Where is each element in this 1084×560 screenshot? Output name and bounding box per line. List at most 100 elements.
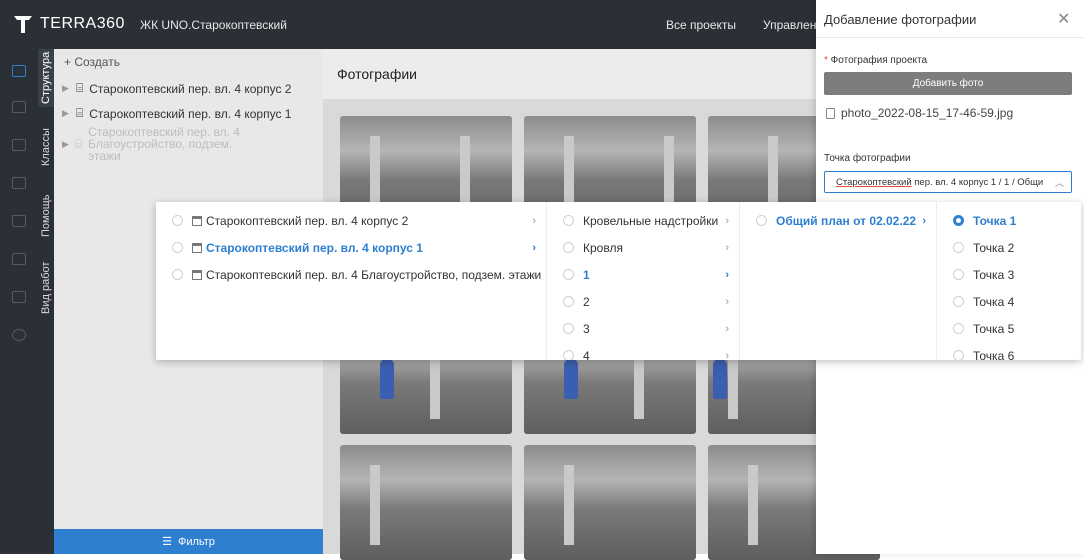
cascader-option-selected[interactable]: Точка 1 — [937, 207, 1081, 234]
file-name: photo_2022-08-15_17-46-59.jpg — [841, 106, 1014, 120]
nav-management[interactable]: Управление — [763, 18, 816, 32]
tab-structure[interactable]: Структура — [38, 49, 54, 107]
option-label: Общий план от 02.02.22 — [776, 213, 917, 228]
building-icon: ⌸ — [76, 106, 84, 120]
calendar-icon[interactable] — [12, 177, 26, 189]
project-name[interactable]: ЖК UNO.Старокоптевский — [140, 18, 287, 32]
create-label: Создать — [74, 55, 120, 69]
photo-field-label-text: Фотография проекта — [830, 55, 928, 66]
photos-header: Фотографии — [323, 49, 816, 99]
layers-icon[interactable] — [12, 253, 26, 265]
option-label: Старокоптевский пер. вл. 4 корпус 1 — [206, 240, 423, 255]
chevron-right-icon: › — [922, 214, 926, 227]
cascader-option[interactable]: Точка 5 — [937, 315, 1081, 342]
cascader-option[interactable]: Кровля › — [547, 234, 739, 261]
radio[interactable] — [563, 296, 574, 307]
select-value-underlined: Старокоптевский — [836, 177, 912, 188]
option-label: Точка 1 — [973, 213, 1017, 228]
radio[interactable] — [953, 296, 964, 307]
cascader-option[interactable]: 2 › — [547, 288, 739, 315]
page-title: Фотографии — [337, 66, 418, 82]
cascader-option-selected[interactable]: 1 › — [547, 261, 739, 288]
building-icon — [192, 269, 202, 280]
close-icon[interactable]: ✕ — [1057, 9, 1070, 29]
cascader-option[interactable]: 3 › — [547, 315, 739, 342]
radio[interactable] — [953, 323, 964, 334]
caret-right-icon: ▶ — [62, 83, 69, 93]
radio[interactable] — [563, 242, 574, 253]
chevron-right-icon: › — [725, 214, 729, 227]
cascader-option[interactable]: 4 › — [547, 342, 739, 360]
point-cascader-dropdown: Старокоптевский пер. вл. 4 корпус 2 › Ста… — [156, 202, 1081, 360]
radio[interactable] — [563, 323, 574, 334]
tree-item[interactable]: ▶ ⌸ Старокоптевский пер. вл. 4 корпус 2 — [62, 81, 291, 96]
option-label: 4 — [583, 348, 590, 361]
cascader-option[interactable]: Старокоптевский пер. вл. 4 Благоустройст… — [156, 261, 546, 288]
cascader-option-selected[interactable]: Старокоптевский пер. вл. 4 корпус 1 › — [156, 234, 546, 261]
option-label: 3 — [583, 321, 590, 336]
radio-checked[interactable] — [953, 215, 964, 226]
settings-icon[interactable] — [12, 329, 26, 341]
photo-field-label: * Фотография проекта — [824, 55, 927, 66]
filter-button[interactable]: ☰ Фильтр — [54, 529, 323, 554]
tree-item[interactable]: ▶ ⌸ Старокоптевский пер. вл. 4 Благоустр… — [62, 126, 252, 162]
grid-icon[interactable] — [12, 139, 26, 151]
radio[interactable] — [563, 269, 574, 280]
option-label: Точка 5 — [973, 321, 1015, 336]
cascader-column-points: Точка 1 Точка 2 Точка 3 Точка 4 Точка 5 … — [937, 202, 1081, 360]
photo-thumbnail[interactable] — [340, 445, 512, 560]
add-photo-button[interactable]: Добавить фото — [824, 72, 1072, 95]
chart-icon[interactable] — [12, 215, 26, 227]
radio[interactable] — [756, 215, 767, 226]
point-select[interactable]: Старокоптевский пер. вл. 4 корпус 1 / 1 … — [824, 171, 1072, 193]
top-bar: TERRA360 ЖК UNO.Старокоптевский Все прое… — [0, 0, 816, 49]
filter-icon: ☰ — [162, 536, 172, 548]
filter-label: Фильтр — [177, 535, 215, 548]
option-label: Старокоптевский пер. вл. 4 Благоустройст… — [206, 267, 542, 282]
tree-item[interactable]: ▶ ⌸ Старокоптевский пер. вл. 4 корпус 1 — [62, 106, 291, 121]
chevron-right-icon: › — [725, 349, 729, 361]
panel-title: Добавление фотографии — [824, 12, 977, 27]
radio[interactable] — [172, 215, 183, 226]
chevron-up-icon: ︿ — [1054, 178, 1064, 188]
structure-icon[interactable] — [12, 65, 26, 77]
radio[interactable] — [172, 269, 183, 280]
radio[interactable] — [953, 242, 964, 253]
radio[interactable] — [953, 350, 964, 360]
tab-classes[interactable]: Классы — [38, 121, 54, 173]
tab-work-type[interactable]: Вид работ — [38, 257, 54, 319]
cascader-option[interactable]: Точка 4 — [937, 288, 1081, 315]
caret-right-icon: ▶ — [62, 139, 69, 149]
create-button[interactable]: + Создать — [64, 55, 120, 69]
document-icon[interactable] — [12, 101, 26, 113]
vertical-tabs: Структура Классы Помощь Вид работ — [38, 49, 54, 554]
tree-item-label: Старокоптевский пер. вл. 4 Благоустройст… — [88, 125, 240, 163]
radio[interactable] — [953, 269, 964, 280]
cascader-option[interactable]: Старокоптевский пер. вл. 4 корпус 2 › — [156, 207, 546, 234]
photo-thumbnail[interactable] — [524, 445, 696, 560]
cascader-option-selected[interactable]: Общий план от 02.02.22 › — [740, 207, 936, 234]
option-label: Точка 6 — [973, 348, 1015, 361]
building-icon — [192, 215, 202, 226]
building-icon — [192, 242, 202, 253]
cascader-column-buildings: Старокоптевский пер. вл. 4 корпус 2 › Ста… — [156, 202, 547, 360]
logo-text: TERRA360 — [40, 15, 125, 32]
tab-help[interactable]: Помощь — [38, 187, 54, 245]
cascader-option[interactable]: Кровельные надстройки › — [547, 207, 739, 234]
report-icon[interactable] — [12, 291, 26, 303]
radio[interactable] — [563, 350, 574, 360]
cascader-option[interactable]: Точка 2 — [937, 234, 1081, 261]
building-icon: ⌸ — [76, 81, 84, 95]
select-value: пер. вл. 4 корпус 1 / 1 / Общи — [911, 177, 1044, 188]
radio[interactable] — [563, 215, 574, 226]
building-icon: ⌸ — [74, 137, 83, 151]
logo[interactable]: TERRA360 — [12, 13, 125, 35]
attached-file[interactable]: photo_2022-08-15_17-46-59.jpg — [826, 106, 1013, 120]
chevron-right-icon: › — [725, 295, 729, 308]
nav-all-projects[interactable]: Все проекты — [666, 18, 736, 32]
cascader-option[interactable]: Точка 3 — [937, 261, 1081, 288]
cascader-option[interactable]: Точка 6 — [937, 342, 1081, 360]
option-label: 1 — [583, 267, 590, 282]
chevron-right-icon: › — [725, 241, 729, 254]
radio[interactable] — [172, 242, 183, 253]
